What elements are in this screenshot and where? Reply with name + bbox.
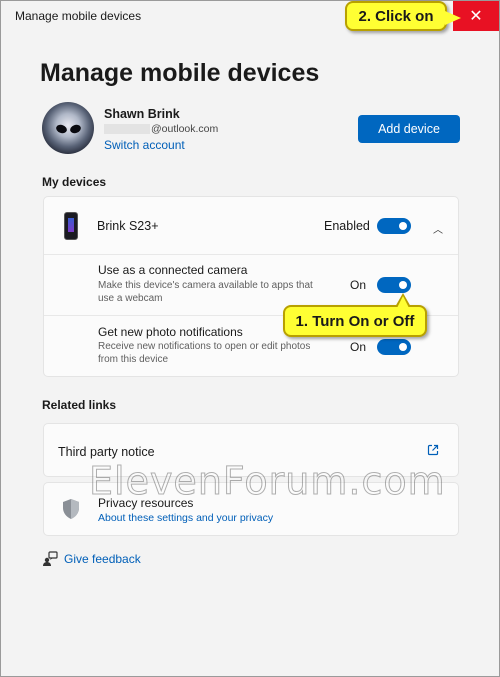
related-links-heading: Related links: [42, 398, 117, 412]
callout-toggle: 1. Turn On or Off: [283, 293, 427, 337]
divider: [44, 254, 458, 255]
account-name: Shawn Brink: [104, 107, 180, 121]
device-enabled-toggle[interactable]: [377, 218, 411, 234]
notifications-toggle[interactable]: [377, 339, 411, 355]
close-icon: ✕: [469, 8, 483, 25]
notifications-setting-title: Get new photo notifications: [98, 325, 243, 339]
device-name: Brink S23+: [97, 219, 159, 233]
external-link-icon[interactable]: [427, 444, 439, 456]
switch-account-link[interactable]: Switch account: [104, 138, 185, 152]
account-email: @outlook.com: [104, 123, 218, 135]
camera-setting-state: On: [350, 278, 367, 292]
page-title: Manage mobile devices: [40, 59, 320, 87]
give-feedback-link[interactable]: Give feedback: [64, 552, 141, 566]
watermark: ElevenForum.com: [89, 459, 446, 504]
app-window: Manage mobile devices ✕ Manage mobile de…: [0, 0, 500, 677]
avatar: [42, 102, 94, 154]
callout-click-close: 2. Click on: [345, 1, 461, 31]
window-title: Manage mobile devices: [15, 9, 142, 23]
device-status: Enabled: [324, 219, 370, 233]
camera-setting-title: Use as a connected camera: [98, 263, 248, 277]
phone-icon: [64, 212, 78, 240]
camera-toggle[interactable]: [377, 277, 411, 293]
my-devices-heading: My devices: [42, 175, 107, 189]
notifications-setting-state: On: [350, 340, 367, 354]
shield-icon: [63, 499, 79, 519]
third-party-notice-label: Third party notice: [58, 445, 155, 459]
privacy-settings-link[interactable]: About these settings and your privacy: [98, 512, 273, 524]
feedback-icon: [43, 551, 58, 566]
notifications-setting-description: Receive new notifications to open or edi…: [98, 341, 311, 365]
email-redaction: [104, 124, 150, 135]
chevron-up-icon[interactable]: ︿: [433, 221, 443, 236]
camera-setting-description: Make this device's camera available to a…: [98, 280, 313, 304]
add-device-button[interactable]: Add device: [358, 115, 460, 143]
